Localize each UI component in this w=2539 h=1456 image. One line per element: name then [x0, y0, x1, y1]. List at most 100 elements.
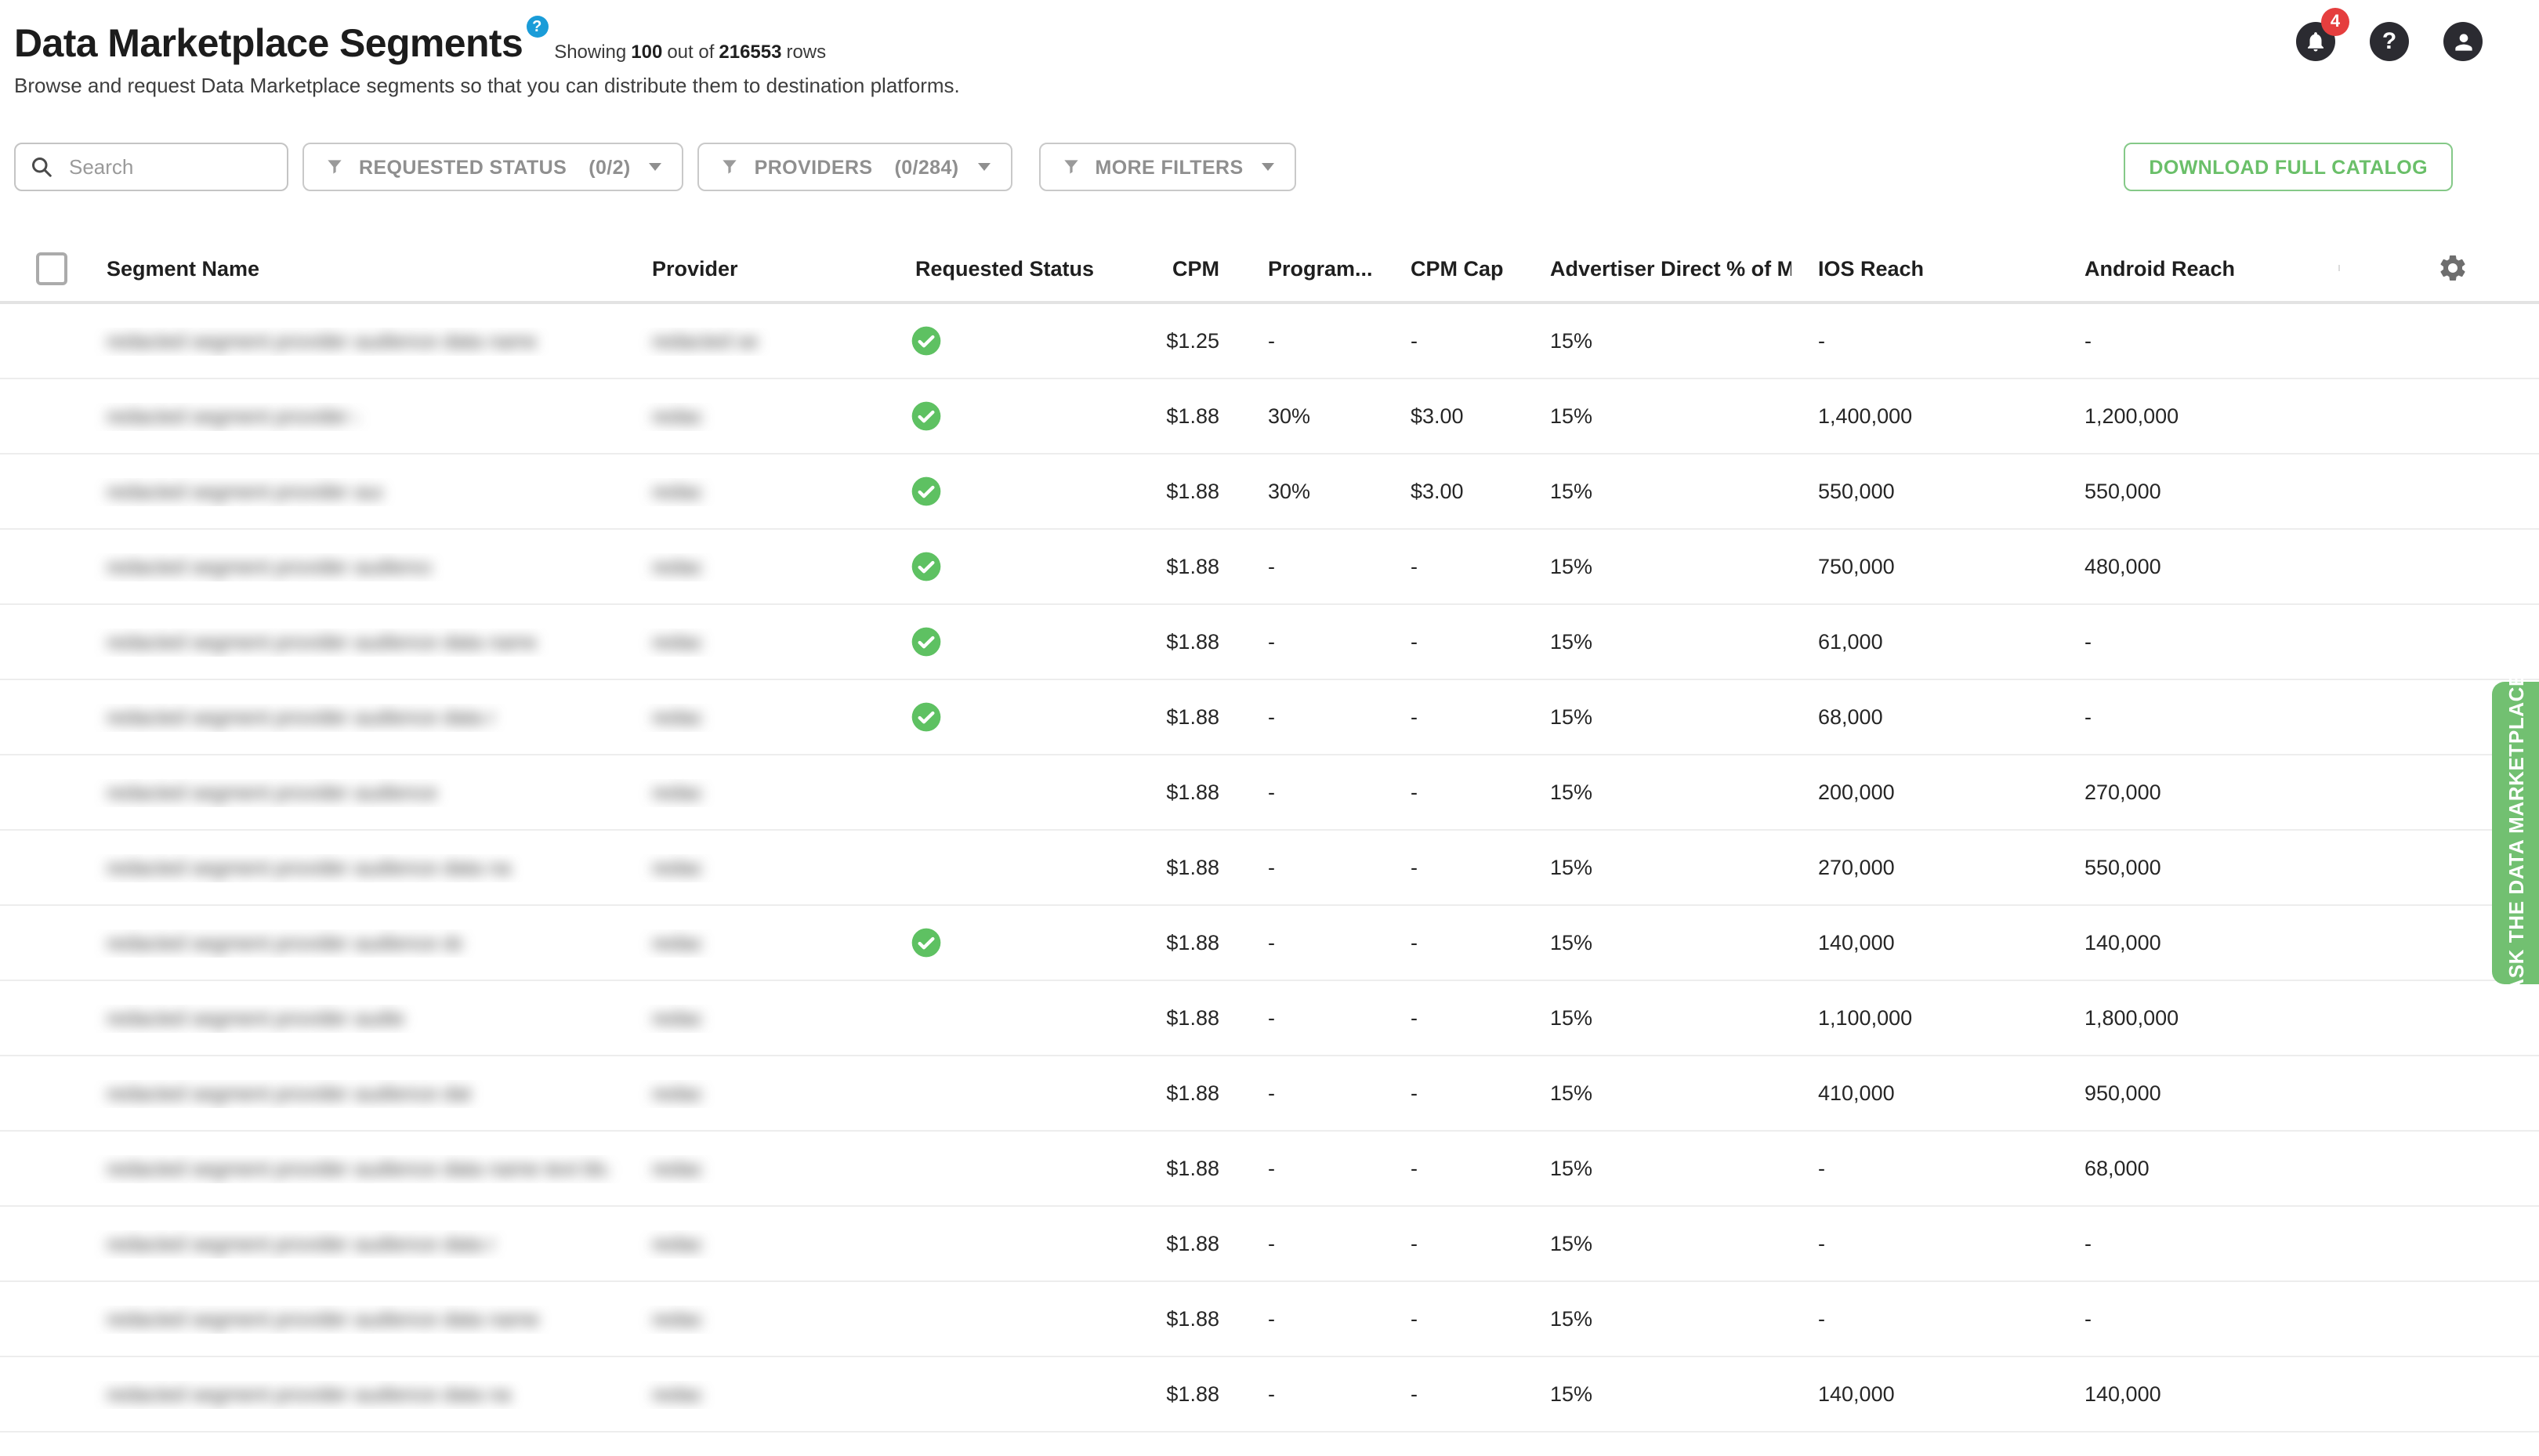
android-reach-cell: 550,000 — [2084, 856, 2161, 879]
programmatic-cell: - — [1268, 1081, 1275, 1105]
table-row[interactable]: redacted segment provider audience data … — [0, 1207, 2539, 1282]
segment-name-cell: redacted segment provider audience data … — [94, 1154, 624, 1183]
ios-reach-cell: 410,000 — [1818, 1081, 1895, 1105]
table-row[interactable]: redacted segment provider audience data … — [0, 981, 2539, 1056]
advertiser-direct-cell: 15% — [1550, 705, 1593, 729]
ios-reach-cell: 68,000 — [1818, 705, 1883, 729]
column-header-segment-name: Segment Name — [107, 256, 260, 280]
advertiser-direct-cell: 15% — [1550, 404, 1593, 428]
table-row[interactable]: redacted segment provider audience data … — [0, 831, 2539, 906]
advertiser-direct-cell: 15% — [1550, 1382, 1593, 1406]
provider-redacted: redacted segment provider audience data … — [652, 704, 702, 728]
notification-count-badge: 4 — [2321, 8, 2349, 36]
row-count-summary: Showing 100 out of 216553 rows — [554, 41, 831, 67]
provider-redacted: redacted segment provider audience data … — [652, 1306, 702, 1330]
toolbar: REQUESTED STATUS (0/2) PROVIDERS (0/284)… — [14, 143, 2453, 191]
requested-status-cell — [890, 625, 1161, 658]
programmatic-cell: 30% — [1268, 480, 1311, 503]
table-row[interactable]: redacted segment provider audience data … — [0, 1132, 2539, 1207]
segment-name-cell: redacted segment provider audience data … — [94, 628, 624, 656]
page-head: Data Marketplace Segments ? Showing 100 ou… — [14, 16, 960, 97]
cpm-cap-cell: - — [1411, 931, 1418, 954]
providers-filter-button[interactable]: PROVIDERS (0/284) — [697, 143, 1012, 191]
gear-icon — [2440, 255, 2465, 281]
segment-name-redacted: redacted segment provider audience data … — [107, 629, 536, 653]
title-help-icon[interactable]: ? — [526, 16, 549, 38]
requested-status-cell — [890, 550, 1161, 583]
table-row[interactable]: redacted segment provider audience data … — [0, 304, 2539, 379]
advertiser-direct-cell: 15% — [1550, 856, 1593, 879]
android-reach-cell: - — [2084, 630, 2092, 654]
download-full-catalog-button[interactable]: DOWNLOAD FULL CATALOG — [2124, 143, 2453, 191]
approved-check-icon — [911, 326, 941, 356]
cpm-cell: $1.88 — [1166, 555, 1219, 578]
table-header-row: Segment Name Provider Requested Status C… — [0, 235, 2539, 304]
segment-name-cell: redacted segment provider audience data … — [94, 1079, 624, 1107]
segment-name-redacted: redacted segment provider audience data … — [107, 1382, 511, 1405]
segment-name-redacted: redacted segment provider audience data … — [107, 404, 357, 427]
search-box[interactable] — [14, 143, 288, 191]
provider-cell: redacted segment provider audience data … — [624, 477, 890, 505]
programmatic-cell: - — [1268, 1157, 1275, 1180]
android-reach-cell: - — [2084, 1307, 2092, 1331]
approved-check-icon — [911, 401, 941, 431]
chevron-down-icon — [977, 163, 991, 171]
table-row[interactable]: redacted segment provider audience data … — [0, 1056, 2539, 1132]
select-all-checkbox[interactable] — [36, 252, 67, 284]
question-mark-icon: ? — [2381, 28, 2397, 55]
notifications-button[interactable]: 4 — [2296, 8, 2349, 61]
cpm-cap-cell: - — [1411, 555, 1418, 578]
stats-total-count: 216553 — [719, 41, 782, 63]
provider-cell: redacted segment provider audience data … — [624, 1154, 890, 1183]
table-row[interactable]: redacted segment provider audience data … — [0, 605, 2539, 680]
cpm-cap-cell: - — [1411, 781, 1418, 804]
android-reach-cell: 550,000 — [2084, 480, 2161, 503]
programmatic-cell: - — [1268, 630, 1275, 654]
provider-redacted: redacted segment provider audience data … — [652, 1231, 702, 1255]
ios-reach-cell: - — [1818, 1157, 1825, 1180]
data-marketplace-page: Data Marketplace Segments ? Showing 100 ou… — [0, 0, 2539, 1456]
ask-the-data-marketplace-tab[interactable]: ASK THE DATA MARKETPLACE — [2492, 672, 2539, 994]
advertiser-direct-cell: 15% — [1550, 1006, 1593, 1030]
ios-reach-cell: 1,100,000 — [1818, 1006, 1913, 1030]
table-row[interactable]: redacted segment provider audience data … — [0, 755, 2539, 831]
account-button[interactable] — [2443, 22, 2483, 61]
table-row[interactable]: redacted segment provider audience data … — [0, 680, 2539, 755]
more-filters-button[interactable]: MORE FILTERS — [1038, 143, 1297, 191]
cpm-cap-cell: - — [1411, 856, 1418, 879]
column-header-advertiser-direct: Advertiser Direct % of Me... — [1528, 256, 1791, 280]
column-settings-button[interactable] — [2437, 252, 2468, 284]
funnel-icon — [1063, 160, 1078, 174]
ios-reach-cell: 270,000 — [1818, 856, 1895, 879]
table-body: redacted segment provider audience data … — [0, 304, 2539, 1456]
segment-name-redacted: redacted segment provider audience data … — [107, 1231, 495, 1255]
help-button[interactable]: ? — [2370, 22, 2409, 61]
column-header-cpm-cap: CPM Cap — [1387, 256, 1528, 280]
table-row[interactable]: redacted segment provider audience data … — [0, 455, 2539, 530]
table-row[interactable]: redacted segment provider audience data … — [0, 530, 2539, 605]
cpm-cell: $1.88 — [1166, 705, 1219, 729]
requested-status-filter-button[interactable]: REQUESTED STATUS (0/2) — [302, 143, 684, 191]
table-row[interactable]: redacted segment provider audience data … — [0, 1282, 2539, 1357]
provider-cell: redacted segment provider audience data … — [624, 703, 890, 731]
table-row[interactable]: redacted segment provider audience data … — [0, 1432, 2539, 1456]
header-settings-cell — [2338, 252, 2539, 284]
provider-redacted: redacted segment provider audience data … — [652, 930, 702, 954]
ios-reach-cell: 1,400,000 — [1818, 404, 1913, 428]
segment-name-redacted: redacted segment provider audience data … — [107, 328, 536, 352]
ios-reach-cell: 140,000 — [1818, 1382, 1895, 1406]
cpm-cap-cell: - — [1411, 1307, 1418, 1331]
chevron-down-icon — [649, 163, 662, 171]
cpm-cap-cell: - — [1411, 1006, 1418, 1030]
ios-reach-cell: - — [1818, 1307, 1825, 1331]
table-row[interactable]: redacted segment provider audience data … — [0, 1357, 2539, 1432]
table-row[interactable]: redacted segment provider audience data … — [0, 379, 2539, 455]
cpm-cell: $1.88 — [1166, 1382, 1219, 1406]
segment-name-redacted: redacted segment provider audience data … — [107, 930, 462, 954]
ios-reach-cell: 200,000 — [1818, 781, 1895, 804]
table-row[interactable]: redacted segment provider audience data … — [0, 906, 2539, 981]
provider-cell: redacted segment provider audience data … — [624, 778, 890, 806]
search-input[interactable] — [66, 154, 273, 180]
chevron-down-icon — [1262, 163, 1275, 171]
approved-check-icon — [911, 627, 941, 657]
